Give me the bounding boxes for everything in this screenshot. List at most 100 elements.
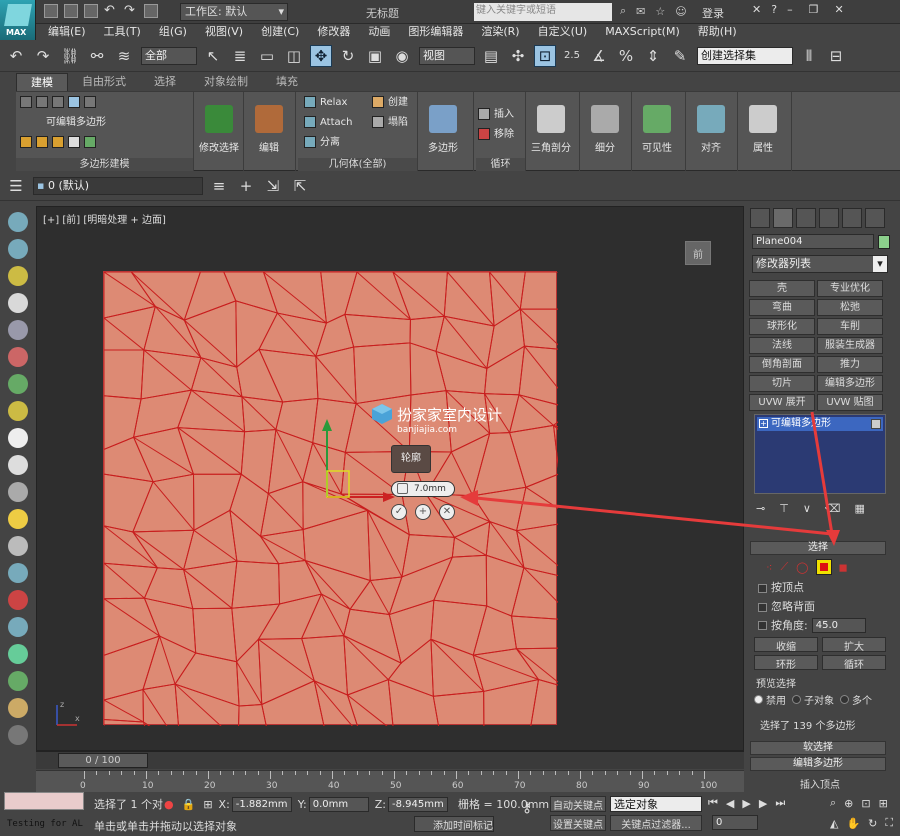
spinner-snap-icon[interactable]: ⇕ <box>642 45 664 67</box>
place-icon[interactable]: ◉ <box>391 45 413 67</box>
ring-button[interactable]: 环形 <box>754 655 818 671</box>
make-unique-icon[interactable]: ∨ <box>803 502 811 515</box>
display-tab-icon[interactable] <box>842 208 862 228</box>
restore-icon[interactable]: ❐ <box>809 3 819 16</box>
caddy-apply-button[interactable]: + <box>415 504 431 520</box>
align-icon[interactable]: ⊟ <box>825 45 847 67</box>
exchange-icon[interactable]: ✕ <box>752 3 761 16</box>
pin-stack-icon[interactable]: ⊸ <box>756 502 765 515</box>
angle-snap-icon[interactable]: ∡ <box>588 45 610 67</box>
scene-tool-icon[interactable] <box>8 644 28 664</box>
search-input[interactable]: 键入关键字或短语 <box>474 3 612 21</box>
panel-footer[interactable]: 多边形建模 <box>16 158 193 172</box>
maxscript-listener[interactable]: Testing for AL <box>4 792 84 829</box>
key-icon[interactable]: ⚷ <box>522 800 532 816</box>
border-mode-icon[interactable]: ◯ <box>796 561 808 574</box>
ignore-backface-icon[interactable] <box>36 136 48 148</box>
select-rotate-icon[interactable]: ↻ <box>337 45 359 67</box>
app-menu-button[interactable]: MAX <box>0 0 36 40</box>
edit-named-selection-icon[interactable]: ✎ <box>669 45 691 67</box>
ignore-backface-checkbox[interactable] <box>758 602 767 612</box>
configure-sets-icon[interactable]: ▦ <box>854 502 864 515</box>
modifier-button[interactable]: UVW 展开 <box>749 394 815 411</box>
scene-tool-icon[interactable] <box>8 617 28 637</box>
modifier-button[interactable]: 切片 <box>749 375 815 392</box>
by-vertex-checkbox[interactable] <box>758 583 767 593</box>
x-coordinate-field[interactable]: -1.882mm <box>231 796 292 812</box>
link-icon[interactable]: ⛓ <box>59 45 81 67</box>
pan-icon[interactable]: ✋ <box>846 817 860 830</box>
modifier-button[interactable]: 球形化 <box>749 318 815 335</box>
collapse-button[interactable]: 塌陷 <box>372 114 408 132</box>
modifier-button[interactable]: 弯曲 <box>749 299 815 316</box>
percent-snap-icon[interactable]: % <box>615 45 637 67</box>
stack-item-editable-poly[interactable]: + 可编辑多边形 <box>757 417 883 431</box>
remove-modifier-icon[interactable]: ⌫ <box>825 502 841 515</box>
shrink-button[interactable]: 收缩 <box>754 637 818 653</box>
menu-item[interactable]: 帮助(H) <box>698 24 737 40</box>
toggle-command-icon[interactable] <box>68 136 80 148</box>
polygon-mode-icon[interactable] <box>816 559 833 575</box>
ignore-backface-row[interactable]: 忽略背面 <box>750 595 886 614</box>
modifier-button[interactable]: 壳 <box>749 280 815 297</box>
menu-item[interactable]: 视图(V) <box>205 24 243 40</box>
workspace-dropdown[interactable]: 工作区: 默认 ▾ <box>180 3 288 21</box>
previous-frame-icon[interactable]: ◀ <box>726 797 734 810</box>
gizmo-plane-handle[interactable] <box>326 470 350 498</box>
subdivide-button[interactable]: 细分 <box>582 92 632 172</box>
user-icon[interactable]: ☺ <box>675 5 686 18</box>
y-coordinate-field[interactable]: 0.0mm <box>308 796 369 812</box>
scene-tool-icon[interactable] <box>8 725 28 745</box>
next-frame-icon[interactable]: ▶ <box>759 797 767 810</box>
zoom-all-icon[interactable]: ⊕ <box>844 797 853 810</box>
by-angle-checkbox[interactable] <box>758 620 767 630</box>
grow-button[interactable]: 扩大 <box>822 637 886 653</box>
open-file-icon[interactable] <box>64 4 78 18</box>
properties-button[interactable]: 属性 <box>740 92 792 172</box>
attach-button[interactable]: Attach <box>304 114 352 132</box>
layer-explorer-icon[interactable]: ☰ <box>5 175 27 197</box>
outline-amount-field[interactable]: 7.0mm <box>391 481 455 497</box>
scene-tool-icon[interactable] <box>8 698 28 718</box>
polygons-button[interactable]: 多边形 <box>420 92 474 172</box>
vertex-mode-icon[interactable]: ⁖ <box>766 561 772 574</box>
undo-icon[interactable]: ↶ <box>5 45 27 67</box>
select-scale-icon[interactable]: ▣ <box>364 45 386 67</box>
set-current-layer-icon[interactable]: ⇱ <box>289 175 311 197</box>
rollout-header[interactable]: 选择 <box>750 541 886 555</box>
modifier-list-dropdown[interactable]: 修改器列表 ▾ <box>752 255 888 273</box>
search-icon[interactable]: ⌕ <box>620 4 626 18</box>
modifier-button[interactable]: UVW 贴图 <box>817 394 883 411</box>
modifier-stack[interactable]: + 可编辑多边形 <box>754 414 886 494</box>
menu-item[interactable]: 编辑(E) <box>48 24 86 40</box>
scene-tool-icon[interactable] <box>8 536 28 556</box>
window-crossing-icon[interactable]: ◫ <box>283 45 305 67</box>
soft-selection-rollout[interactable]: 软选择 <box>750 741 886 755</box>
scene-tool-icon[interactable] <box>8 563 28 583</box>
object-color-swatch[interactable] <box>878 234 890 249</box>
time-slider[interactable]: 0 / 100 <box>36 751 744 769</box>
pivot-center-icon[interactable]: ▤ <box>480 45 502 67</box>
preserve-uv-icon[interactable] <box>20 136 32 148</box>
keyboard-shortcut-icon[interactable]: ⊡ <box>534 44 556 67</box>
select-move-icon[interactable]: ✥ <box>310 44 332 67</box>
subobject-radio[interactable] <box>792 695 801 704</box>
scene-tool-icon[interactable] <box>8 428 28 448</box>
chat-icon[interactable]: ✉ <box>636 5 645 18</box>
play-icon[interactable]: ▶ <box>742 797 750 810</box>
add-time-tag-button[interactable]: 添加时间标记 <box>414 816 494 832</box>
scene-tool-icon[interactable] <box>8 212 28 232</box>
element-mode-icon[interactable]: ◼ <box>838 561 847 574</box>
fov-icon[interactable]: ◭ <box>830 817 838 830</box>
project-folder-icon[interactable] <box>144 4 158 18</box>
go-to-start-icon[interactable]: ⏮ <box>708 796 718 810</box>
menu-item[interactable]: MAXScript(M) <box>605 24 680 40</box>
panel-footer[interactable]: 几何体(全部) <box>298 158 417 172</box>
modifier-button[interactable]: 编辑多边形 <box>817 375 883 392</box>
menu-item[interactable]: 图形编辑器 <box>408 24 463 40</box>
select-by-name-icon[interactable]: ≣ <box>229 45 251 67</box>
insert-button[interactable]: 插入 <box>478 106 514 124</box>
menu-item[interactable]: 工具(T) <box>104 24 141 40</box>
create-button[interactable]: 创建 <box>372 94 408 112</box>
triangulate-button[interactable]: 三角剖分 <box>528 92 580 172</box>
